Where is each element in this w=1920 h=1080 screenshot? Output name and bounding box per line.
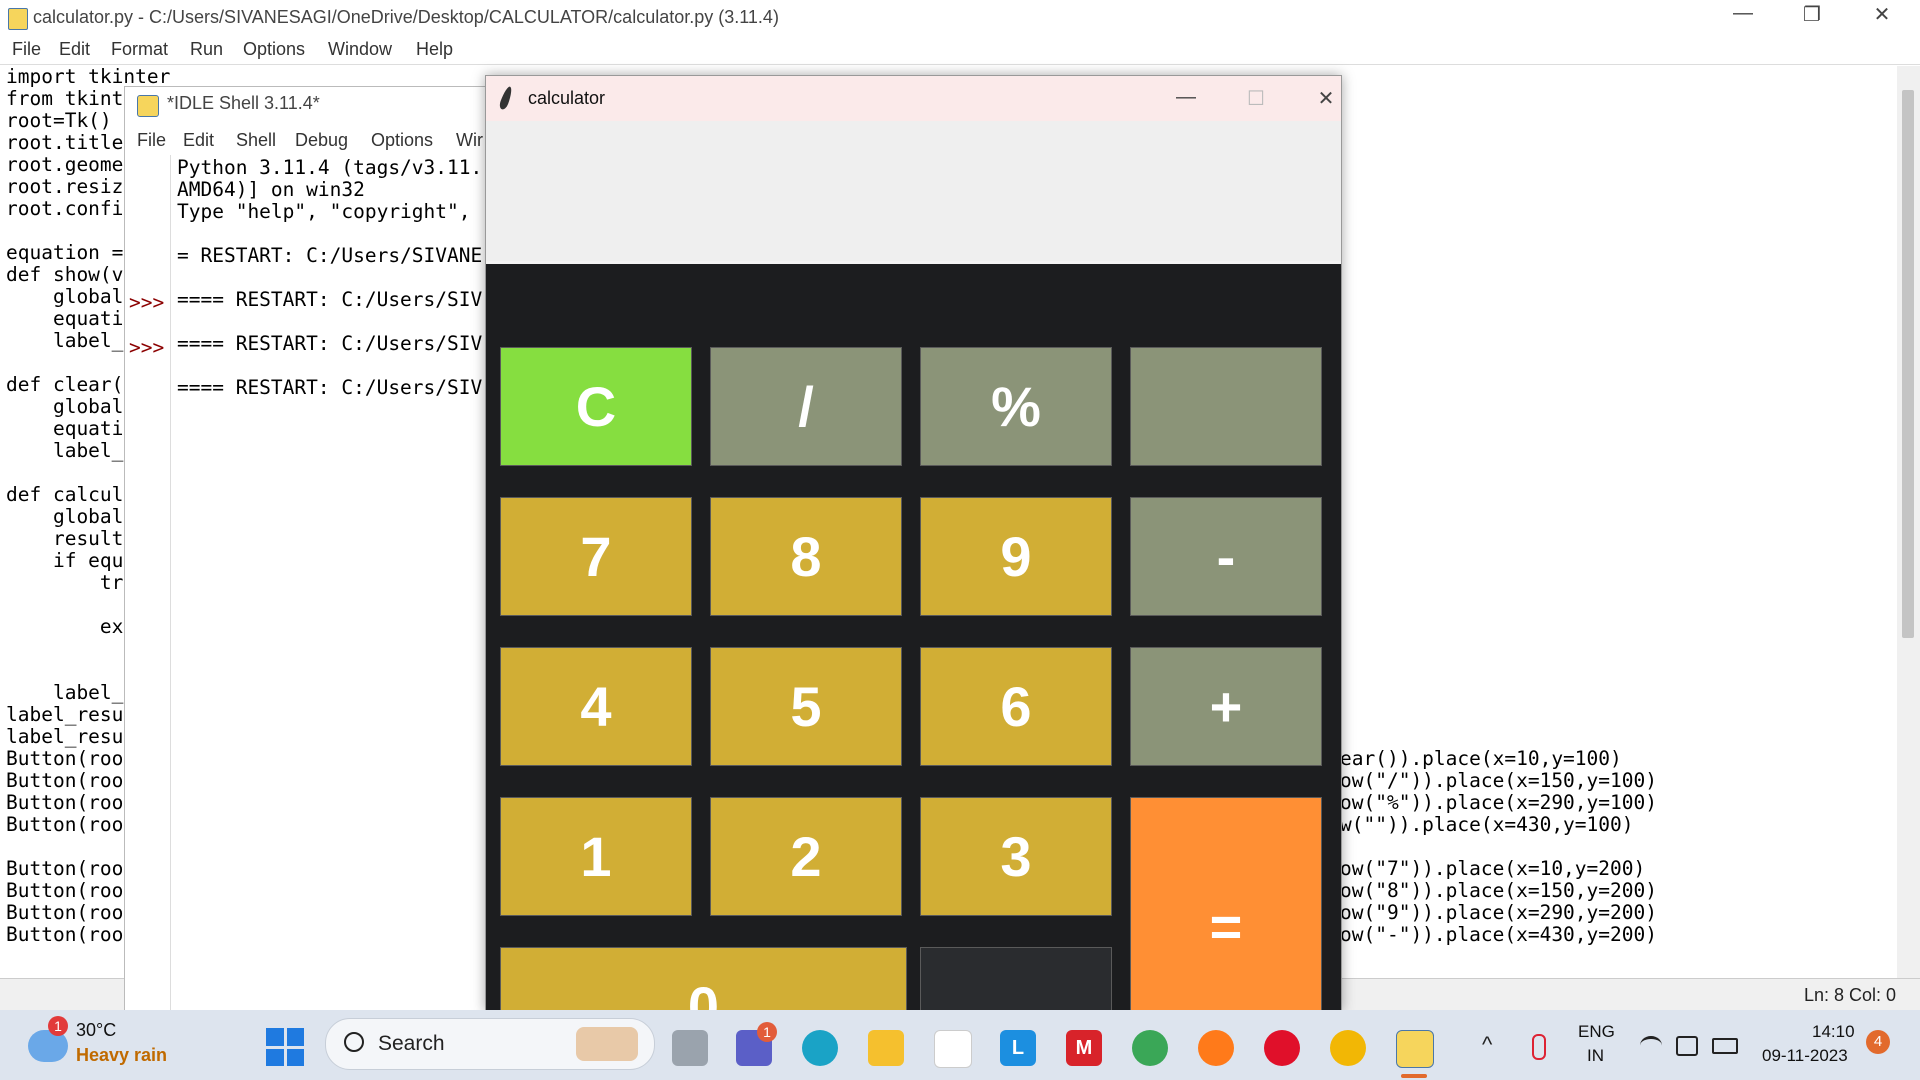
shell-window: *IDLE Shell 3.11.4* File Edit Shell Debu… <box>124 86 493 1012</box>
chrome-icon[interactable] <box>1132 1030 1168 1066</box>
editor-code-right[interactable]: ear()).place(x=10,y=100) ow("/")).place(… <box>1340 748 1657 946</box>
python-idle-icon[interactable] <box>1396 1030 1434 1068</box>
shell-menu-file[interactable]: File <box>137 130 166 151</box>
search-label: Search <box>378 1032 445 1055</box>
taskbar-search-box[interactable] <box>325 1018 655 1070</box>
clock-time[interactable]: 14:10 <box>1812 1022 1855 1042</box>
mcafee-icon[interactable]: M <box>1066 1030 1102 1066</box>
digit-2-button[interactable]: 2 <box>710 797 902 916</box>
wifi-icon[interactable] <box>1640 1036 1662 1055</box>
task-view-icon[interactable] <box>672 1030 708 1066</box>
divide-button[interactable]: / <box>710 347 902 466</box>
calc-close-button[interactable]: ✕ <box>1306 86 1346 111</box>
minimize-button[interactable]: — <box>1723 2 1763 25</box>
shell-menu-edit[interactable]: Edit <box>183 130 214 151</box>
microsoft-store-icon[interactable] <box>934 1030 972 1068</box>
minus-button[interactable]: - <box>1130 497 1322 616</box>
digit-4-button[interactable]: 4 <box>500 647 692 766</box>
percent-button[interactable]: % <box>920 347 1112 466</box>
edge-browser-icon[interactable] <box>802 1030 838 1066</box>
firefox-icon[interactable] <box>1198 1030 1234 1066</box>
weather-badge: 1 <box>48 1016 68 1036</box>
digit-5-button[interactable]: 5 <box>710 647 902 766</box>
calc-minimize-button[interactable]: — <box>1166 86 1206 109</box>
shell-menu-debug[interactable]: Debug <box>295 130 348 151</box>
weather-desc[interactable]: Heavy rain <box>76 1045 167 1066</box>
clock-date[interactable]: 09-11-2023 <box>1762 1046 1848 1066</box>
tray-overflow-icon[interactable]: ^ <box>1482 1032 1492 1058</box>
language-secondary[interactable]: IN <box>1587 1046 1604 1066</box>
weather-temp[interactable]: 30°C <box>76 1020 116 1041</box>
digit-7-button[interactable]: 7 <box>500 497 692 616</box>
close-button[interactable]: ✕ <box>1862 2 1902 27</box>
chat-badge: 1 <box>757 1022 777 1042</box>
language-primary[interactable]: ENG <box>1578 1022 1615 1042</box>
menu-format[interactable]: Format <box>111 39 168 60</box>
digit-9-button[interactable]: 9 <box>920 497 1112 616</box>
restore-button[interactable]: ❐ <box>1792 2 1832 27</box>
editor-title: calculator.py - C:/Users/SIVANESAGI/OneD… <box>33 7 779 27</box>
menu-help[interactable]: Help <box>416 39 453 60</box>
blank-button[interactable] <box>1130 347 1322 466</box>
menu-edit[interactable]: Edit <box>59 39 90 60</box>
search-highlight-icon[interactable] <box>576 1027 638 1061</box>
feather-icon <box>498 85 514 111</box>
menu-window[interactable]: Window <box>328 39 392 60</box>
plus-button[interactable]: + <box>1130 647 1322 766</box>
shell-menu-window[interactable]: Wir <box>456 130 483 151</box>
search-icon <box>344 1032 364 1052</box>
calculator-window: calculator — ☐ ✕ C / % 7 8 9 - 4 5 6 + 1… <box>485 75 1342 1066</box>
digit-6-button[interactable]: 6 <box>920 647 1112 766</box>
file-explorer-icon[interactable] <box>868 1030 904 1066</box>
notification-badge[interactable]: 4 <box>1866 1030 1890 1054</box>
shell-menubar: File Edit Shell Debug Options Wir <box>125 127 492 155</box>
opera-icon[interactable] <box>1264 1030 1300 1066</box>
python-file-icon <box>8 8 28 30</box>
digit-3-button[interactable]: 3 <box>920 797 1112 916</box>
calculator-title: calculator <box>528 88 606 108</box>
microphone-icon[interactable] <box>1532 1034 1546 1060</box>
l-app-icon[interactable]: L <box>1000 1030 1036 1066</box>
windows-start-icon[interactable] <box>266 1028 304 1066</box>
digit-8-button[interactable]: 8 <box>710 497 902 616</box>
clear-button[interactable]: C <box>500 347 692 466</box>
shell-menu-shell[interactable]: Shell <box>236 130 276 151</box>
calculator-keypad: C / % 7 8 9 - 4 5 6 + 1 2 3 = 0 . <box>486 264 1341 1066</box>
active-app-indicator <box>1401 1074 1427 1078</box>
calculator-display <box>486 121 1341 261</box>
menu-file[interactable]: File <box>12 39 41 60</box>
shell-prompt: >>> <box>129 336 165 359</box>
menu-run[interactable]: Run <box>190 39 223 60</box>
editor-scroll-thumb[interactable] <box>1902 90 1914 638</box>
shell-title: *IDLE Shell 3.11.4* <box>167 93 320 113</box>
taskbar: 1 30°C Heavy rain 1 L M ^ ENG IN 14:10 0… <box>0 1010 1920 1080</box>
editor-titlebar: calculator.py - C:/Users/SIVANESAGI/OneD… <box>0 0 1920 35</box>
shell-prompt: >>> <box>129 291 165 314</box>
calculator-titlebar: calculator — ☐ ✕ <box>486 76 1341 121</box>
shell-output[interactable]: Python 3.11.4 (tags/v3.11. AMD64)] on wi… <box>177 157 482 399</box>
menu-options[interactable]: Options <box>243 39 305 60</box>
digit-1-button[interactable]: 1 <box>500 797 692 916</box>
editor-menubar: File Edit Format Run Options Window Help <box>0 36 1920 65</box>
chrome-canary-icon[interactable] <box>1330 1030 1366 1066</box>
shell-menu-options[interactable]: Options <box>371 130 433 151</box>
python-shell-icon <box>137 95 159 117</box>
calc-maximize-button: ☐ <box>1247 88 1265 110</box>
cursor-position: Ln: 8 Col: 0 <box>1803 985 1896 1005</box>
shell-prompt-gutter: >>> >>> <box>125 155 171 1011</box>
volume-muted-icon[interactable] <box>1676 1036 1698 1056</box>
battery-icon[interactable] <box>1712 1038 1738 1054</box>
